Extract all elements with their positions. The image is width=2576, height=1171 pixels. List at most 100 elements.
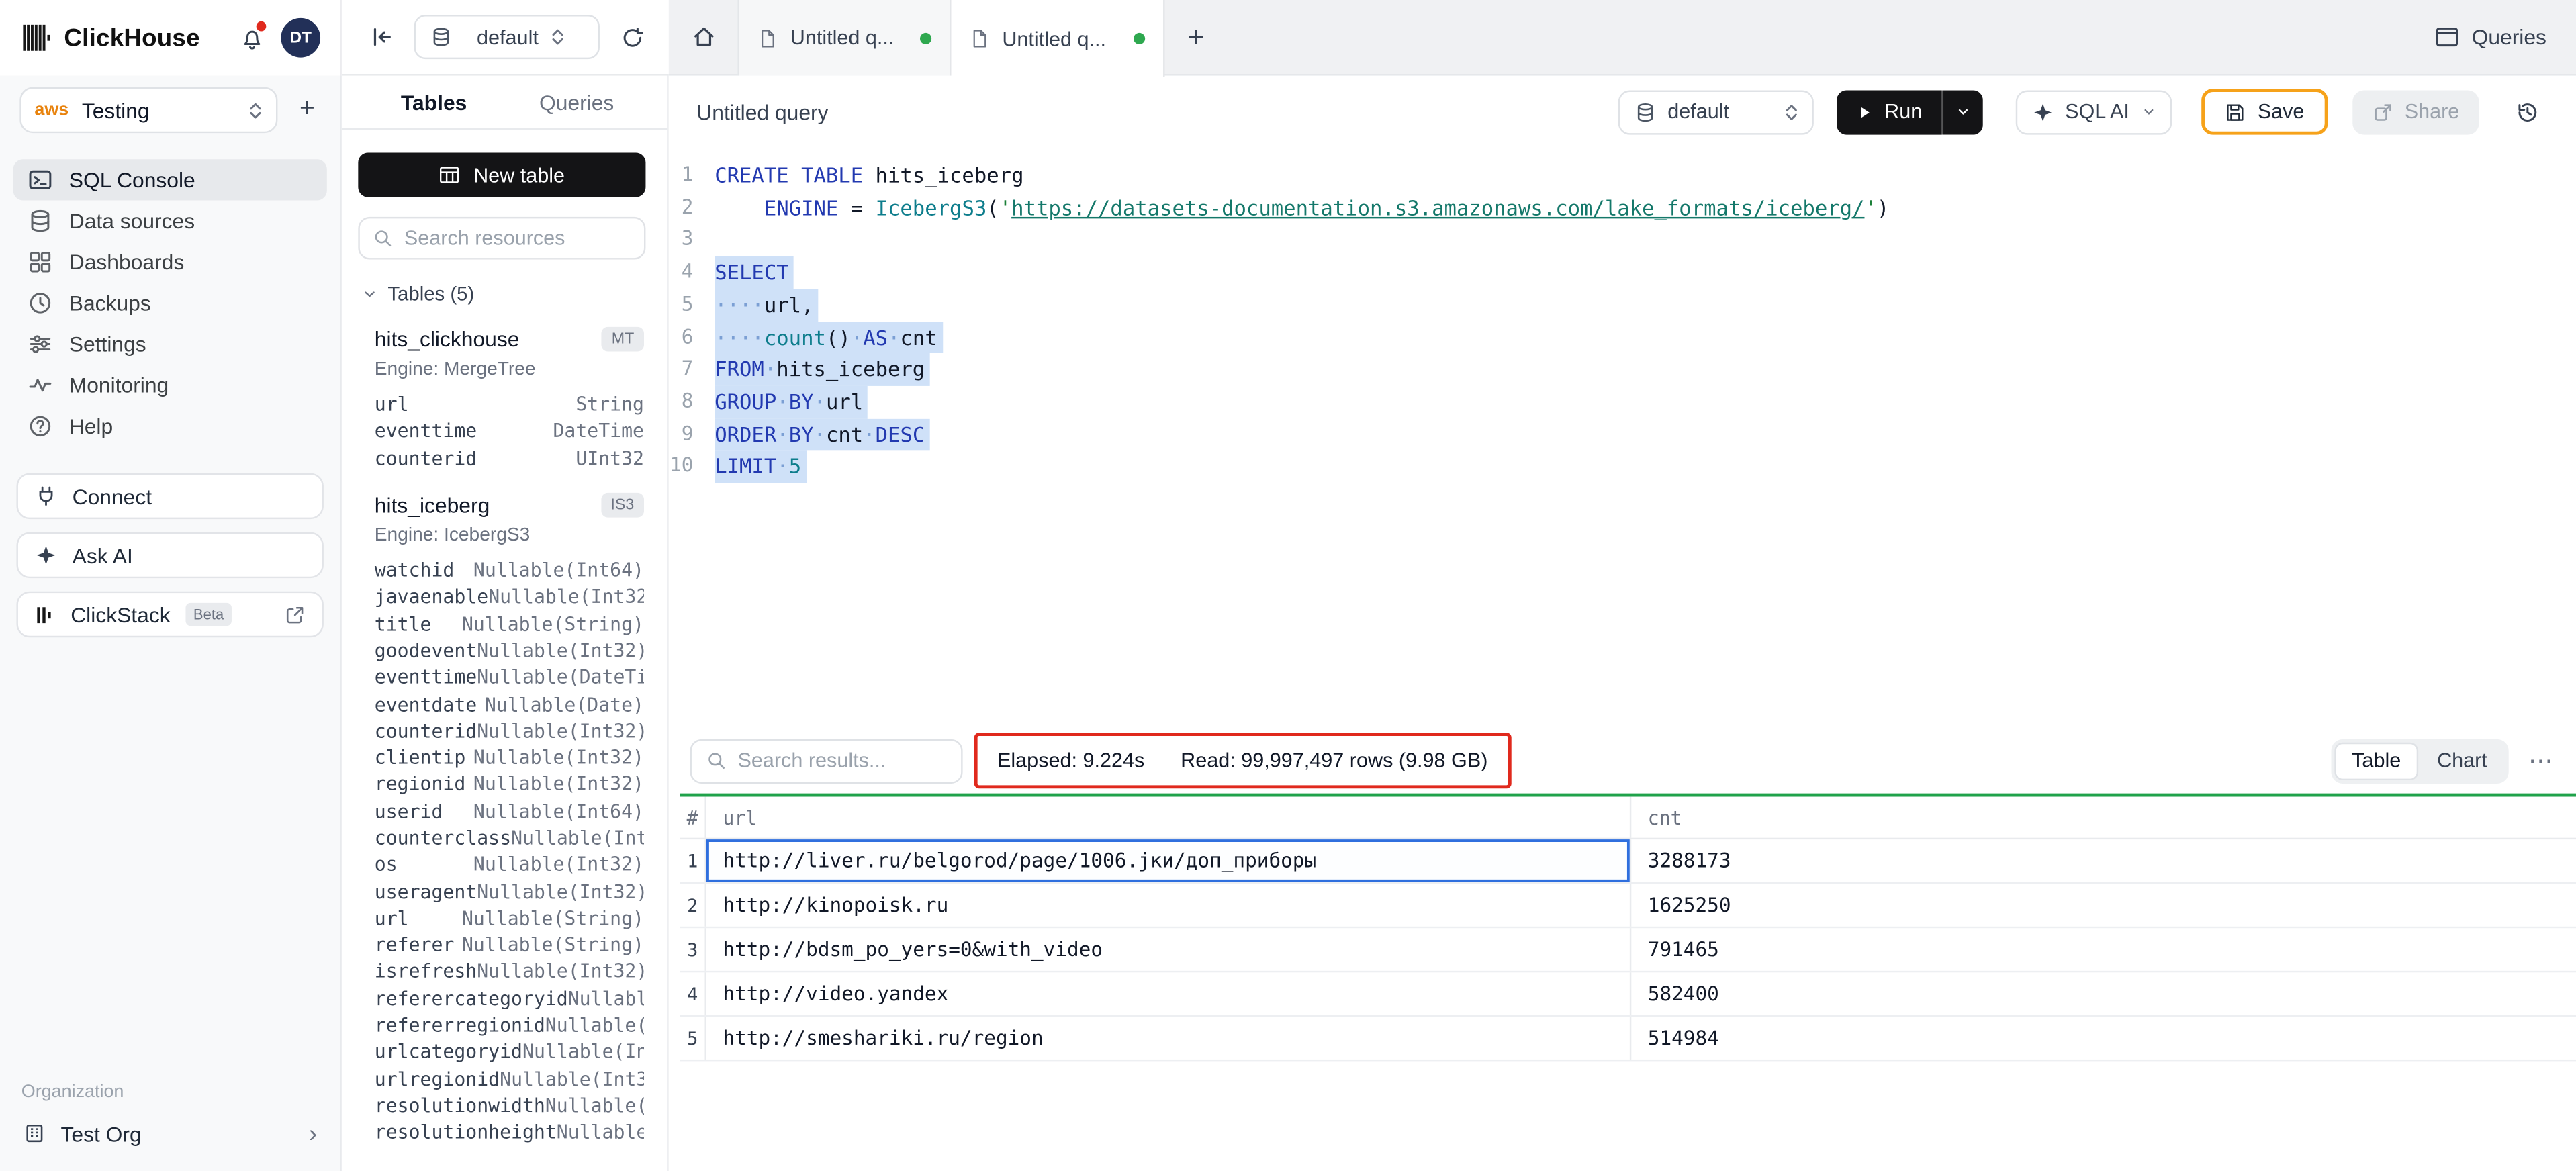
refresh-button[interactable]	[613, 17, 653, 57]
run-button[interactable]: Run	[1837, 89, 1941, 134]
sql-editor[interactable]: 1CREATE TABLE hits_iceberg2 ENGINE = Ice…	[669, 148, 2576, 728]
query-title[interactable]: Untitled query	[696, 99, 828, 124]
table-view-toggle[interactable]: Table	[2334, 742, 2419, 780]
table-block-hits-clickhouse: hits_clickhouse MT Engine: MergeTree url…	[342, 327, 667, 471]
query-workspace: Untitled query default Run	[669, 76, 2576, 1171]
table-name[interactable]: hits_clickhouse	[375, 327, 602, 352]
query-tab-1[interactable]: Untitled q...	[737, 0, 951, 76]
history-clock-icon	[2515, 99, 2540, 124]
home-icon	[691, 25, 716, 50]
code-line[interactable]: 1CREATE TABLE hits_iceberg	[669, 159, 2576, 191]
clickstack-button[interactable]: ClickStack Beta	[16, 592, 323, 638]
connect-button[interactable]: Connect	[16, 473, 323, 520]
sidebar-item-dashboards[interactable]: Dashboards	[13, 242, 327, 283]
sidebar-item-sql-console[interactable]: SQL Console	[13, 159, 327, 200]
home-button[interactable]	[669, 0, 738, 74]
more-options-icon[interactable]: ⋯	[2528, 746, 2553, 776]
column-row: javaenableNullable(Int32)	[375, 583, 644, 610]
beta-badge: Beta	[185, 603, 232, 626]
editor-database-selector[interactable]: default	[1618, 89, 1814, 134]
column-row: goodeventNullable(Int32)	[375, 637, 644, 664]
clickstack-label: ClickStack	[71, 602, 170, 627]
code-line[interactable]: 3	[669, 224, 2576, 256]
tab-label: Untitled q...	[1002, 27, 1120, 50]
column-name: os	[375, 853, 398, 876]
cnt-cell[interactable]: 514984	[1631, 1017, 2576, 1060]
sidebar-item-settings[interactable]: Settings	[13, 324, 327, 365]
search-results-field[interactable]	[737, 749, 946, 772]
column-row: urlNullable(String)	[375, 904, 644, 931]
new-tab-button[interactable]: +	[1165, 0, 1228, 74]
sidebar-item-data-sources[interactable]: Data sources	[13, 200, 327, 241]
code-line[interactable]: 9ORDER·BY·cnt·DESC	[669, 418, 2576, 451]
query-tab-2[interactable]: Untitled q...	[951, 0, 1164, 77]
search-results-input[interactable]	[690, 739, 963, 783]
search-resources-input[interactable]	[358, 217, 645, 260]
cnt-cell[interactable]: 582400	[1631, 972, 2576, 1015]
result-row[interactable]: 2http://kinopoisk.ru1625250	[680, 884, 2576, 928]
column-type: Nullable(String)	[462, 906, 644, 929]
tab-tables[interactable]: Tables	[401, 89, 467, 114]
column-type: Nullable(Int	[545, 1094, 644, 1117]
chart-view-toggle[interactable]: Chart	[2419, 742, 2505, 780]
code-line[interactable]: 4SELECT	[669, 256, 2576, 289]
organization-selector[interactable]: Test Org ›	[13, 1112, 327, 1155]
result-row[interactable]: 3http://bdsm_po_yers=0&with_video791465	[680, 928, 2576, 972]
queries-button[interactable]: Queries	[2406, 0, 2576, 74]
search-resources-field[interactable]	[404, 227, 631, 250]
collapse-arrow-icon	[369, 25, 394, 50]
cnt-cell[interactable]: 791465	[1631, 928, 2576, 971]
read-stat: Read: 99,997,497 rows (9.98 GB)	[1181, 749, 1487, 772]
run-options-button[interactable]	[1942, 89, 1983, 134]
tab-queries[interactable]: Queries	[539, 89, 614, 114]
header-url[interactable]: url	[705, 797, 1632, 838]
header-cnt[interactable]: cnt	[1631, 797, 2576, 838]
code-token: ····	[715, 292, 764, 317]
save-button[interactable]: Save	[2202, 89, 2328, 135]
code-line[interactable]: 8GROUP·BY·url	[669, 386, 2576, 418]
sidebar-item-help[interactable]: Help	[13, 406, 327, 447]
code-line[interactable]: 10LIMIT·5	[669, 451, 2576, 483]
result-row[interactable]: 4http://video.yandex582400	[680, 972, 2576, 1017]
code-line[interactable]: 7FROM·hits_iceberg	[669, 354, 2576, 386]
share-button[interactable]: Share	[2352, 89, 2479, 134]
aws-logo: aws	[34, 100, 68, 120]
workspace-selector[interactable]: aws Testing	[19, 87, 277, 134]
column-name: counterid	[375, 719, 477, 742]
new-table-button[interactable]: New table	[358, 153, 645, 197]
url-cell[interactable]: http://bdsm_po_yers=0&with_video	[705, 928, 1632, 971]
column-type: DateTime	[553, 420, 644, 442]
notifications-button[interactable]	[235, 21, 268, 54]
table-grid-icon	[439, 165, 461, 186]
cnt-cell[interactable]: 3288173	[1631, 839, 2576, 882]
database-selector[interactable]: default	[414, 15, 600, 59]
url-cell[interactable]: http://kinopoisk.ru	[705, 884, 1632, 927]
search-icon	[706, 751, 726, 770]
code-line[interactable]: 5····url,	[669, 289, 2576, 321]
query-history-button[interactable]	[2505, 89, 2550, 134]
cnt-cell[interactable]: 1625250	[1631, 884, 2576, 927]
sidebar-item-monitoring[interactable]: Monitoring	[13, 365, 327, 406]
avatar[interactable]: DT	[281, 18, 320, 58]
column-type: Nullable(In	[557, 1121, 644, 1143]
code-line[interactable]: 6····count()·AS·cnt	[669, 321, 2576, 353]
sql-ai-selector[interactable]: SQL AI	[2016, 89, 2172, 134]
column-type: Nullable(Int64)	[473, 800, 644, 823]
url-cell[interactable]: http://video.yandex	[705, 972, 1632, 1015]
workspace-name: Testing	[82, 98, 235, 123]
url-cell[interactable]: http://smeshariki.ru/region	[705, 1017, 1632, 1060]
sidebar-item-backups[interactable]: Backups	[13, 283, 327, 324]
tables-section-header[interactable]: Tables (5)	[361, 283, 647, 306]
column-type: Nullable(String)	[462, 933, 644, 956]
url-cell[interactable]: http://liver.ru/belgorod/page/1006.jки/д…	[705, 839, 1632, 882]
share-label: Share	[2405, 100, 2460, 123]
code-line[interactable]: 2 ENGINE = IcebergS3('https://datasets-d…	[669, 192, 2576, 224]
column-row: refererregionidNullable(Int	[375, 1012, 644, 1039]
result-row[interactable]: 1http://liver.ru/belgorod/page/1006.jки/…	[680, 839, 2576, 884]
ask-ai-button[interactable]: Ask AI	[16, 532, 323, 579]
collapse-panel-button[interactable]	[361, 17, 401, 57]
result-row[interactable]: 5http://smeshariki.ru/region514984	[680, 1017, 2576, 1061]
table-name[interactable]: hits_iceberg	[375, 493, 601, 518]
add-workspace-button[interactable]: +	[287, 95, 327, 125]
editor-database-value: default	[1667, 100, 1773, 123]
